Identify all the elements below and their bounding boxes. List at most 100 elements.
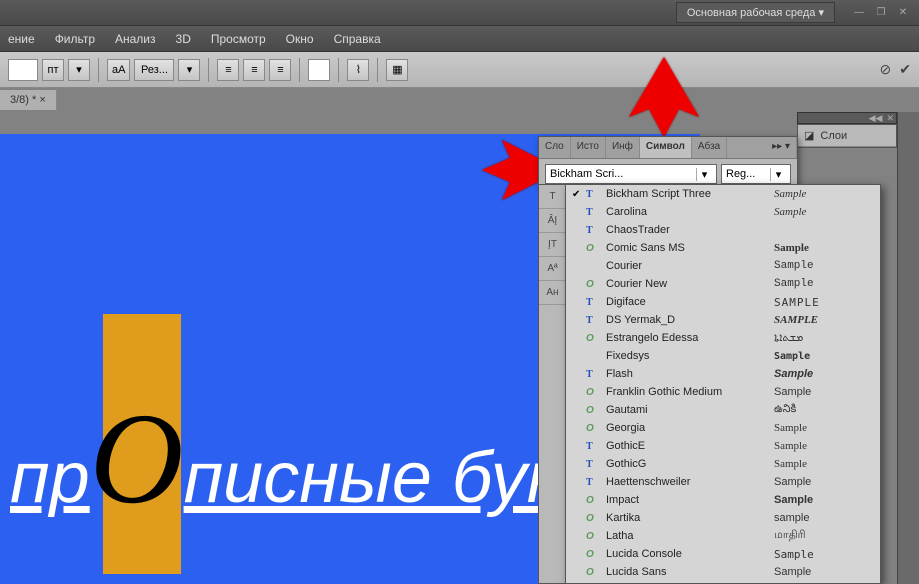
panel-menu-icon[interactable]: ▸▸ ▾ bbox=[766, 137, 797, 158]
font-list-item[interactable]: THaettenschweilerSample bbox=[566, 473, 880, 491]
maximize-button[interactable]: ❐ bbox=[873, 5, 889, 21]
font-list-item[interactable]: TFlashSample bbox=[566, 365, 880, 383]
align-right-icon[interactable]: ≡ bbox=[269, 59, 291, 81]
font-sample: Sample bbox=[774, 476, 874, 488]
font-list-item[interactable]: CourierSample bbox=[566, 257, 880, 275]
font-type-icon: O bbox=[586, 243, 602, 254]
panel-tab[interactable]: Сло bbox=[539, 137, 571, 158]
font-list-item[interactable]: TGothicGSample bbox=[566, 455, 880, 473]
font-list-item[interactable]: FixedsysSample bbox=[566, 347, 880, 365]
menu-item[interactable]: Фильтр bbox=[55, 32, 95, 46]
font-type-icon: O bbox=[586, 567, 602, 578]
font-style-combo[interactable]: Reg...▾ bbox=[721, 164, 791, 184]
font-list-item[interactable]: OImpactSample bbox=[566, 491, 880, 509]
font-size-unit[interactable]: пт bbox=[42, 59, 64, 81]
font-type-icon: O bbox=[586, 387, 602, 398]
font-list-item[interactable]: OKartikasample bbox=[566, 509, 880, 527]
font-sample: ܡܫܬܐܬܐ bbox=[774, 332, 874, 345]
menu-item[interactable]: 3D bbox=[176, 32, 191, 46]
close-button[interactable]: ✕ bbox=[895, 5, 911, 21]
character-panel: СлоИстоИнфСимволАбза ▸▸ ▾ Bickham Scri...… bbox=[538, 136, 798, 190]
font-list-dropdown[interactable]: ✔TBickham Script ThreeSampleTCarolinaSam… bbox=[565, 184, 881, 584]
font-list-item[interactable]: OGeorgiaSample bbox=[566, 419, 880, 437]
char-panel-field[interactable]: ĮT bbox=[539, 233, 566, 257]
font-name: Impact bbox=[606, 494, 774, 506]
char-panel-field[interactable]: Ан bbox=[539, 281, 566, 305]
font-list-item[interactable]: OEstrangelo Edessaܡܫܬܐܬܐ bbox=[566, 329, 880, 347]
font-name: Kartika bbox=[606, 512, 774, 524]
dropdown-arrow-icon[interactable]: ▾ bbox=[68, 59, 90, 81]
font-sample: மாதிரி bbox=[774, 529, 874, 543]
minimize-button[interactable]: — bbox=[851, 5, 867, 21]
font-list-item[interactable]: TCarolinaSample bbox=[566, 203, 880, 221]
font-list-item[interactable]: ✔TBickham Script ThreeSample bbox=[566, 185, 880, 203]
font-list-item[interactable]: OComic Sans MSSample bbox=[566, 239, 880, 257]
script-text[interactable]: прОписные букв bbox=[10, 384, 598, 534]
right-dock-strip[interactable] bbox=[897, 112, 919, 584]
font-name: Fixedsys bbox=[606, 350, 774, 362]
menu-item[interactable]: Анализ bbox=[115, 32, 156, 46]
font-name: Flash bbox=[606, 368, 774, 380]
warp-text-icon[interactable]: ⌇ bbox=[347, 59, 369, 81]
font-sample: Sample bbox=[774, 278, 874, 290]
font-list-item[interactable]: OCourier NewSample bbox=[566, 275, 880, 293]
font-type-icon: T bbox=[586, 315, 602, 326]
panel-tab[interactable]: Инф bbox=[606, 137, 640, 158]
align-center-icon[interactable]: ≡ bbox=[243, 59, 265, 81]
antialias-dropdown[interactable]: Рез... bbox=[134, 59, 174, 81]
panel-tab[interactable]: Символ bbox=[640, 137, 692, 158]
font-type-icon: T bbox=[586, 207, 602, 218]
font-list-item[interactable]: OLucida SansSample bbox=[566, 563, 880, 581]
font-size-field[interactable] bbox=[8, 59, 38, 81]
chevron-down-icon[interactable]: ▾ bbox=[770, 168, 786, 181]
chevron-down-icon[interactable]: ▾ bbox=[696, 168, 712, 181]
panel-tabs: СлоИстоИнфСимволАбза ▸▸ ▾ bbox=[539, 137, 797, 159]
font-name: Franklin Gothic Medium bbox=[606, 386, 774, 398]
panel-tab[interactable]: Исто bbox=[571, 137, 606, 158]
text-color-swatch[interactable] bbox=[308, 59, 330, 81]
font-type-icon: O bbox=[586, 279, 602, 290]
aa-label: aA bbox=[107, 59, 130, 81]
character-panel-left-column: TÂĮĮTAªАн bbox=[538, 184, 566, 584]
menu-item[interactable]: ение bbox=[8, 32, 35, 46]
document-tab-bar: 3/8) * × bbox=[0, 88, 919, 112]
font-list-item[interactable]: OFranklin Gothic MediumSample bbox=[566, 383, 880, 401]
font-name: Latha bbox=[606, 530, 774, 542]
font-list-item[interactable]: TDigifaceSAMPLE bbox=[566, 293, 880, 311]
font-type-icon: O bbox=[586, 531, 602, 542]
font-name: Digiface bbox=[606, 296, 774, 308]
document-tab[interactable]: 3/8) * × bbox=[0, 90, 57, 110]
font-list-item[interactable]: TChaosTrader bbox=[566, 221, 880, 239]
font-sample: SAMPLE bbox=[774, 314, 874, 326]
commit-icon[interactable]: ✔ bbox=[899, 61, 911, 78]
font-name: Estrangelo Edessa bbox=[606, 332, 774, 344]
font-name: Carolina bbox=[606, 206, 774, 218]
font-name: Comic Sans MS bbox=[606, 242, 774, 254]
char-panel-field[interactable]: T bbox=[539, 185, 566, 209]
font-list-item[interactable]: TGothicESample bbox=[566, 437, 880, 455]
font-family-combo[interactable]: Bickham Scri...▾ bbox=[545, 164, 717, 184]
cancel-icon[interactable]: ⊘ bbox=[880, 61, 892, 78]
font-type-icon: T bbox=[586, 189, 602, 200]
font-list-item[interactable]: O Lathaமாதிரி bbox=[566, 527, 880, 545]
font-list-item[interactable]: TDS Yermak_DSAMPLE bbox=[566, 311, 880, 329]
collapse-left-icon[interactable]: ◀◀ bbox=[869, 113, 883, 124]
panel-close-icon[interactable]: ✕ bbox=[886, 113, 894, 124]
font-type-icon: O bbox=[586, 513, 602, 524]
menu-item[interactable]: Справка bbox=[334, 32, 381, 46]
font-list-item[interactable]: OGautamiఉనికి bbox=[566, 401, 880, 419]
font-sample: Sample bbox=[774, 260, 874, 272]
char-panel-field[interactable]: ÂĮ bbox=[539, 209, 566, 233]
layers-title: Слои bbox=[820, 130, 847, 142]
layers-panel[interactable]: ◪ Слои bbox=[797, 124, 897, 148]
align-left-icon[interactable]: ≡ bbox=[217, 59, 239, 81]
font-list-item[interactable]: OLucida ConsoleSample bbox=[566, 545, 880, 563]
dropdown-arrow-icon[interactable]: ▾ bbox=[178, 59, 200, 81]
panels-toggle-icon[interactable]: ▦ bbox=[386, 59, 408, 81]
workspace-dropdown[interactable]: Основная рабочая среда bbox=[676, 2, 835, 23]
menu-item[interactable]: Просмотр bbox=[211, 32, 266, 46]
font-type-icon: T bbox=[586, 477, 602, 488]
char-panel-field[interactable]: Aª bbox=[539, 257, 566, 281]
panel-tab[interactable]: Абза bbox=[692, 137, 727, 158]
menu-item[interactable]: Окно bbox=[286, 32, 314, 46]
